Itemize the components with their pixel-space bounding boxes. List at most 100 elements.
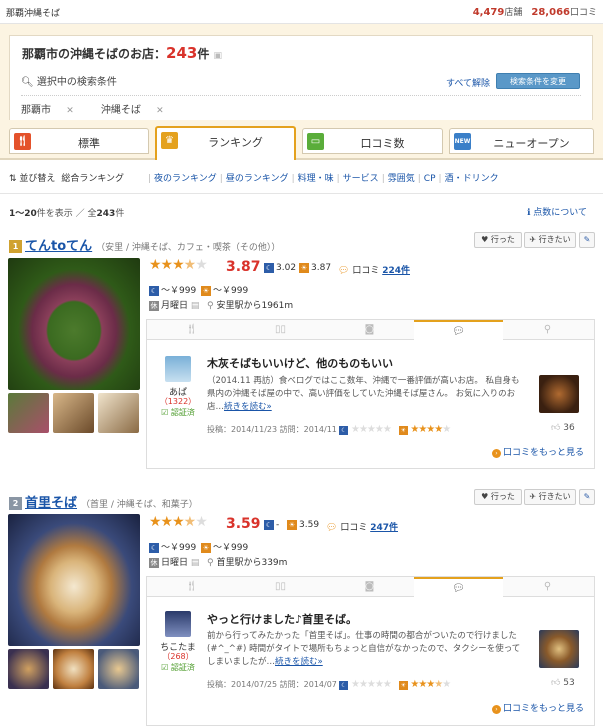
sort-option[interactable]: 料理・味 bbox=[298, 174, 334, 184]
read-more-link[interactable]: 続きを読む» bbox=[224, 402, 272, 412]
review-body: （2014.11 再訪）食べログではここ数年、沖縄で一番評価が高いお店。 私自身… bbox=[207, 376, 520, 412]
review-count-link[interactable]: 224件 bbox=[382, 266, 410, 276]
went-button[interactable]: ♥ 行った bbox=[474, 232, 522, 248]
divider bbox=[21, 95, 581, 96]
tab-menu[interactable]: 🍴︎ bbox=[147, 320, 236, 340]
rating-score: 3.87 bbox=[226, 259, 261, 275]
tab-standard[interactable]: 🍴︎ 標準 bbox=[9, 128, 149, 154]
restaurant-genre: （首里 / 沖縄そば、和菓子） bbox=[81, 500, 198, 510]
calendar-icon: ▤ bbox=[190, 301, 200, 311]
night-icon: ☾ bbox=[339, 681, 349, 690]
arrow-icon: › bbox=[491, 705, 501, 714]
sort-icon: ⇅ bbox=[9, 174, 17, 184]
review-title[interactable]: 木灰そばもいいけど、他のものもいい bbox=[207, 355, 393, 371]
restaurant-name-link[interactable]: 首里そば bbox=[25, 496, 77, 511]
price-night: ☾ ～￥999 bbox=[149, 286, 197, 296]
rank-silver-icon: 2 bbox=[9, 497, 22, 510]
sort-option[interactable]: 夜のランキング bbox=[154, 174, 217, 184]
review-photo[interactable] bbox=[539, 630, 579, 668]
sort-option[interactable]: CP bbox=[424, 174, 436, 184]
review-photo[interactable] bbox=[539, 375, 579, 413]
sort-option[interactable]: 雰囲気 bbox=[388, 174, 415, 184]
tab-map[interactable]: ⚲ bbox=[503, 577, 592, 597]
tab-map[interactable]: ⚲ bbox=[503, 320, 592, 340]
thumbs-up-icon: 👍︎ bbox=[551, 678, 561, 688]
edit-icon[interactable]: ✎ bbox=[579, 489, 595, 505]
edit-icon[interactable]: ✎ bbox=[579, 232, 595, 248]
holiday: 休日曜日 ▤ bbox=[149, 558, 200, 568]
restaurant-name-link[interactable]: てんtoてん bbox=[25, 239, 92, 254]
tab-menu[interactable]: 🍴︎ bbox=[147, 577, 236, 597]
review-count: 💬︎ 口コミ 247件 bbox=[326, 523, 398, 533]
condition-tags: 那覇市 ✕ 沖縄そば ✕ bbox=[21, 101, 188, 116]
photo-thumbnail[interactable] bbox=[53, 393, 94, 433]
avatar[interactable] bbox=[165, 611, 191, 637]
tab-book[interactable]: ▯▯ bbox=[236, 577, 325, 597]
restaurant-photo[interactable] bbox=[8, 258, 140, 390]
review-count-link[interactable]: 247件 bbox=[370, 523, 398, 533]
night-score: ☾ - bbox=[264, 520, 280, 530]
tab-reviews[interactable]: 💬︎ bbox=[414, 577, 503, 597]
day-review-stars: ★★★★★ bbox=[410, 424, 451, 435]
sort-option[interactable]: サービス bbox=[343, 174, 379, 184]
reviewer-count: （268） bbox=[162, 652, 194, 661]
photo-thumbnail[interactable] bbox=[8, 393, 49, 433]
rating-stars: ★★★★★ bbox=[149, 514, 208, 530]
review-tabs: 🍴︎ ▯▯ ◙ 💬︎ ⚲ bbox=[147, 320, 594, 340]
want-button[interactable]: ✈ 行きたい bbox=[524, 232, 576, 248]
day-score: ☀ 3.59 bbox=[287, 520, 320, 530]
sun-icon: ☀ bbox=[201, 543, 211, 553]
tab-book[interactable]: ▯▯ bbox=[236, 320, 325, 340]
day-score: ☀ 3.87 bbox=[299, 263, 332, 273]
camera-icon: ◙ bbox=[364, 581, 375, 592]
book-icon: ▯▯ bbox=[274, 581, 286, 592]
fork-icon: 🍴︎ bbox=[185, 581, 198, 592]
sort-option[interactable]: 酒・ドリンク bbox=[445, 174, 499, 184]
site-stats: 4,479店舗 28,066口コミ bbox=[472, 7, 597, 18]
more-reviews-link[interactable]: › 口コミをもっと見る bbox=[491, 701, 584, 714]
photo-thumbnail[interactable] bbox=[8, 649, 49, 689]
review-meta: 投稿：2014/11/23 訪問：2014/11 ☾ ★★★★★ ☀ ★★★★★ bbox=[207, 424, 451, 435]
verified-badge: ☑ 認証済 bbox=[161, 663, 195, 672]
rss-icon[interactable]: ▣ bbox=[214, 51, 223, 61]
review-tabs: 🍴︎ ▯▯ ◙ 💬︎ ⚲ bbox=[147, 577, 594, 597]
condition-tag[interactable]: 沖縄そば ✕ bbox=[101, 105, 176, 116]
read-more-link[interactable]: 続きを読む» bbox=[275, 657, 323, 667]
sun-icon: ☀ bbox=[398, 426, 408, 435]
like-count[interactable]: 👍︎ 36 bbox=[551, 423, 575, 433]
photo-thumbnail[interactable] bbox=[98, 649, 139, 689]
tab-new-open[interactable]: NEW ニューオープン bbox=[449, 128, 594, 154]
tab-reviews[interactable]: ▭ 口コミ数 bbox=[302, 128, 443, 154]
night-icon: ☾ bbox=[264, 263, 274, 273]
review-meta: 投稿：2014/07/25 訪問：2014/07 ☾ ★★★★★ ☀ ★★★★★ bbox=[207, 679, 451, 690]
like-count[interactable]: 👍︎ 53 bbox=[551, 678, 575, 688]
went-button[interactable]: ♥ 行った bbox=[474, 489, 522, 505]
speech-bubble-icon: 💬︎ bbox=[452, 326, 465, 337]
review-pane: 🍴︎ ▯▯ ◙ 💬︎ ⚲ ちこたま （268） ☑ 認証済 やっと行けました♪首… bbox=[146, 576, 595, 726]
search-summary: 那覇市の沖縄そばのお店：243件 ▣ 🔍︎ 選択中の検索条件 すべて解除 検索条… bbox=[9, 35, 593, 120]
points-info-link[interactable]: ℹ 点数について bbox=[527, 205, 587, 218]
sort-option[interactable]: 昼のランキング bbox=[226, 174, 289, 184]
avatar[interactable] bbox=[165, 356, 191, 382]
photo-thumbnail[interactable] bbox=[53, 649, 94, 689]
top-bar: 那覇沖縄そば 4,479店舗 28,066口コミ bbox=[0, 0, 603, 24]
arrow-icon: › bbox=[491, 449, 501, 458]
night-icon: ☾ bbox=[149, 286, 159, 296]
night-score: ☾ 3.02 bbox=[264, 263, 297, 273]
map-pin-icon: ⚲ bbox=[543, 324, 552, 335]
photo-thumbnail[interactable] bbox=[98, 393, 139, 433]
clear-all-link[interactable]: すべて解除 bbox=[446, 76, 490, 89]
want-button[interactable]: ✈ 行きたい bbox=[524, 489, 576, 505]
tab-ranking[interactable]: ♛ ランキング bbox=[155, 126, 296, 160]
more-reviews-link[interactable]: › 口コミをもっと見る bbox=[491, 445, 584, 458]
review-title[interactable]: やっと行けました♪首里そば。 bbox=[207, 611, 357, 627]
tab-photos[interactable]: ◙ bbox=[325, 320, 414, 340]
tab-photos[interactable]: ◙ bbox=[325, 577, 414, 597]
condition-tag[interactable]: 那覇市 ✕ bbox=[21, 105, 86, 116]
restaurant-title: 1 てんtoてん （安里 / 沖縄そば、カフェ・喫茶（その他）） bbox=[9, 235, 280, 254]
sort-bar: ⇅ 並び替え 総合ランキング | 夜のランキング | 昼のランキング | 料理・味 | サービ… bbox=[0, 160, 603, 194]
calendar-icon: ▤ bbox=[190, 558, 200, 568]
change-conditions-button[interactable]: 検索条件を変更 bbox=[496, 73, 580, 89]
tab-reviews[interactable]: 💬︎ bbox=[414, 320, 503, 340]
restaurant-photo[interactable] bbox=[8, 514, 140, 646]
